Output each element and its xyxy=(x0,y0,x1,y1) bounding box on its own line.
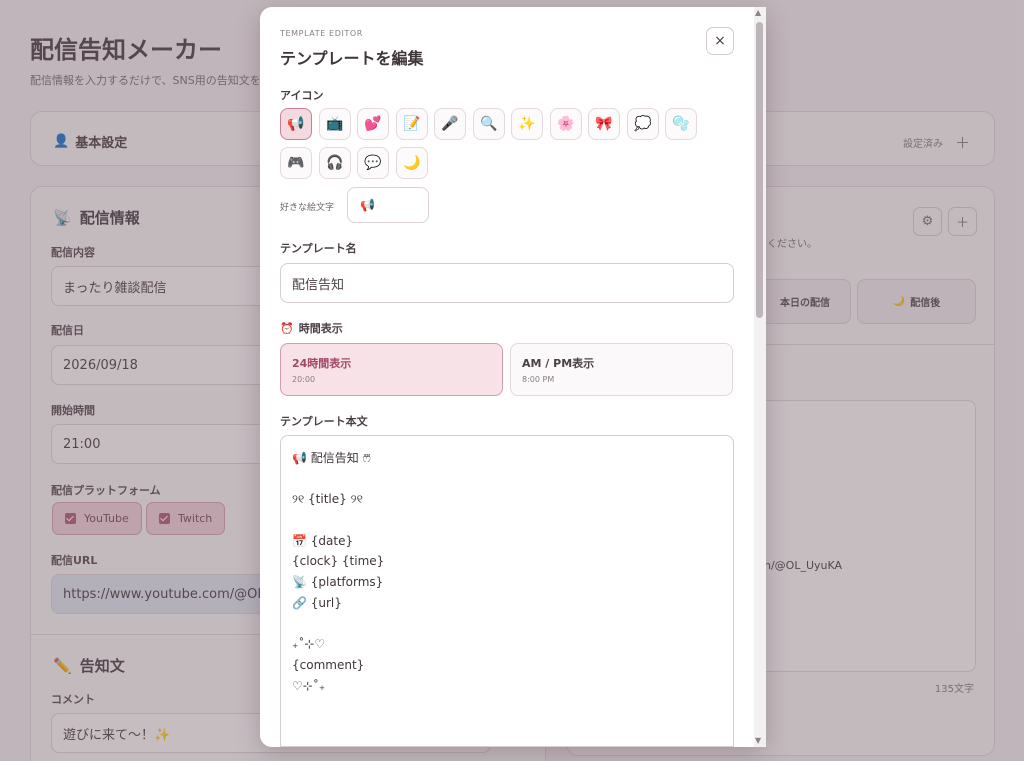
template-name-input[interactable]: 配信告知 xyxy=(280,263,734,303)
icon-option[interactable]: 🎤 xyxy=(434,108,466,140)
template-line: ₊˚⊹♡ xyxy=(292,637,326,652)
icon-option[interactable]: 💭 xyxy=(627,108,659,140)
fav-emoji-input[interactable]: 📢 xyxy=(347,187,429,223)
template-line: ♡⊹˚₊ xyxy=(292,678,326,693)
time-option-24h[interactable]: 24時間表示 20:00 xyxy=(280,343,503,396)
scrollbar-thumb[interactable] xyxy=(756,22,763,318)
time-display-label: ⏰ 時間表示 xyxy=(280,320,343,336)
fav-emoji-label: 好きな絵文字 xyxy=(280,203,335,213)
time-option-sample: 20:00 xyxy=(292,375,316,384)
time-display-text: 時間表示 xyxy=(298,322,343,335)
icon-option[interactable]: 🎀 xyxy=(588,108,620,140)
icon-option[interactable]: ✨ xyxy=(511,108,543,140)
icon-option[interactable]: 🎮 xyxy=(280,147,312,179)
modal-eyebrow: TEMPLATE EDITOR xyxy=(280,29,363,38)
icon-option[interactable]: 📝 xyxy=(396,108,428,140)
template-line: {clock} {time} xyxy=(292,554,385,569)
template-body-textarea[interactable]: 📢 配信告知 ෆ⃛ ୨୧ {title} ୨୧ 📅 {date} {clock} {t… xyxy=(280,435,734,747)
icon-option[interactable]: 📺 xyxy=(319,108,351,140)
template-line: 📅 {date} xyxy=(292,533,354,548)
template-line: 📢 配信告知 ෆ⃛ xyxy=(292,451,371,465)
time-option-ampm[interactable]: AM / PM表示 8:00 PM xyxy=(510,343,733,396)
time-option-sample: 8:00 PM xyxy=(522,375,555,384)
template-line xyxy=(292,510,722,531)
icon-option[interactable]: 🫧 xyxy=(665,108,697,140)
icon-option[interactable]: 💕 xyxy=(357,108,389,140)
alarm-clock-icon: ⏰ xyxy=(280,321,294,335)
close-button[interactable]: × xyxy=(706,27,734,55)
modal-title: テンプレートを編集 xyxy=(280,49,424,68)
scroll-down-icon[interactable]: ▼ xyxy=(755,736,761,745)
time-option-label: 24時間表示 xyxy=(292,357,352,370)
icon-option[interactable]: 🌸 xyxy=(550,108,582,140)
template-body-label: テンプレート本文 xyxy=(280,415,368,428)
template-line: ୨୧ {title} ୨୧ xyxy=(292,492,363,507)
scroll-up-icon[interactable]: ▲ xyxy=(755,8,761,17)
icon-option[interactable]: 🌙 xyxy=(396,147,428,179)
icon-section-label: アイコン xyxy=(280,89,324,102)
icon-option[interactable]: 💬 xyxy=(357,147,389,179)
template-editor-modal: TEMPLATE EDITOR テンプレートを編集 × アイコン 📢 📺 💕 📝 🎤 🔍 ✨… xyxy=(260,7,766,747)
icon-option[interactable]: 🎧 xyxy=(319,147,351,179)
time-option-label: AM / PM表示 xyxy=(522,357,595,370)
template-line: 📡 {platforms} xyxy=(292,575,384,590)
template-line xyxy=(292,614,722,635)
template-line: {comment} xyxy=(292,657,365,672)
icon-option[interactable]: 🔍 xyxy=(473,108,505,140)
icon-option[interactable]: 📢 xyxy=(280,108,312,140)
template-line: 🔗 {url} xyxy=(292,595,342,610)
template-name-label: テンプレート名 xyxy=(280,242,357,255)
template-line xyxy=(292,469,722,490)
